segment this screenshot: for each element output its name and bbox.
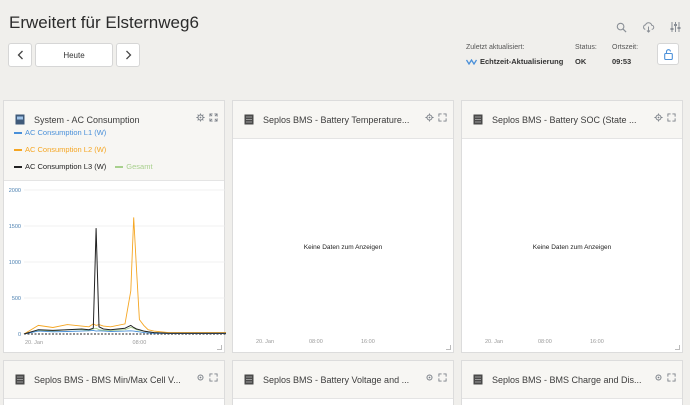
ac-consumption-chart[interactable]: 200015001000500020. Jan08:0016:00 (4, 101, 226, 354)
widget-actions (424, 372, 447, 382)
toolbar (614, 20, 682, 34)
y-tick-label: 0 (18, 332, 21, 338)
x-tick-label: 08:00 (133, 340, 147, 346)
no-data-message: Keine Daten zum Anzeigen (532, 244, 612, 251)
widget-title: Seplos BMS - Battery SOC (State ... (492, 115, 637, 125)
last-updated-value-wrap: Echtzeit-Aktualisierung (466, 57, 563, 66)
widget-ac-consumption: System - AC Consumption AC Consumption L… (3, 100, 226, 354)
series-line-3[interactable] (23, 228, 226, 335)
status-label: Status: (575, 44, 597, 51)
widget-title: Seplos BMS - Battery Temperature... (263, 115, 410, 125)
chevron-right-icon (125, 50, 131, 60)
status-value: OK (575, 57, 587, 66)
widget-actions (424, 112, 447, 122)
widget-actions (653, 372, 676, 382)
unlock-icon (663, 48, 673, 60)
expand-icon[interactable] (437, 112, 447, 122)
chevron-left-icon (17, 50, 23, 60)
search-icon[interactable] (614, 20, 628, 34)
widget-header: Seplos BMS - BMS Charge and Dis... (462, 361, 682, 399)
x-tick-label: 16:00 (361, 339, 375, 345)
date-navigation: Heute (8, 43, 140, 67)
resize-handle[interactable] (217, 345, 222, 350)
status-block: Status: OK (575, 44, 597, 66)
last-updated-value: Echtzeit-Aktualisierung (480, 57, 564, 66)
date-selector[interactable]: Heute (35, 43, 113, 67)
widget-header: Seplos BMS - Battery Temperature... (233, 101, 453, 139)
widget-actions (195, 372, 218, 382)
widget-battery-voltage: Seplos BMS - Battery Voltage and ... (232, 360, 454, 405)
settings-icon[interactable] (653, 112, 663, 122)
sliders-icon[interactable] (668, 20, 682, 34)
settings-icon[interactable] (424, 112, 434, 122)
page-title: Erweitert für Elsternweg6 (9, 13, 199, 32)
battery-module-icon (244, 114, 254, 125)
last-updated-block: Zuletzt aktualisiert: Echtzeit-Aktualisi… (466, 44, 563, 66)
y-tick-label: 1500 (9, 224, 21, 230)
local-time-block: Ortszeit: 09:53 (612, 44, 638, 66)
settings-icon[interactable] (424, 372, 434, 382)
widget-title: Seplos BMS - BMS Charge and Dis... (492, 375, 642, 385)
battery-module-icon (473, 114, 483, 125)
widget-bms-charge-discharge: Seplos BMS - BMS Charge and Dis... (461, 360, 683, 405)
battery-module-icon (473, 374, 483, 385)
x-tick-label: 20. Jan (256, 339, 275, 345)
settings-icon[interactable] (653, 372, 663, 382)
no-data-message: Keine Daten zum Anzeigen (303, 244, 383, 251)
expand-icon[interactable] (437, 372, 447, 382)
previous-day-button[interactable] (8, 43, 32, 67)
resize-handle[interactable] (675, 345, 680, 350)
unlock-button[interactable] (657, 43, 679, 65)
widget-battery-temperature: Seplos BMS - Battery Temperature... Kein… (232, 100, 454, 353)
widget-title: Seplos BMS - BMS Min/Max Cell V... (34, 375, 181, 385)
x-tick-label: 20. Jan (25, 340, 43, 346)
widget-bms-cell-voltage: Seplos BMS - BMS Min/Max Cell V... (3, 360, 225, 405)
expand-icon[interactable] (208, 372, 218, 382)
widget-header: Seplos BMS - BMS Min/Max Cell V... (4, 361, 224, 399)
local-time-value: 09:53 (612, 57, 632, 66)
settings-icon[interactable] (195, 372, 205, 382)
y-tick-label: 500 (12, 296, 21, 302)
expand-icon[interactable] (666, 112, 676, 122)
widget-header: Seplos BMS - Battery Voltage and ... (233, 361, 453, 399)
widget-header: Seplos BMS - Battery SOC (State ... (462, 101, 682, 139)
y-tick-label: 1000 (9, 260, 21, 266)
realtime-wave-icon (466, 58, 477, 65)
next-day-button[interactable] (116, 43, 140, 67)
y-tick-label: 2000 (9, 188, 21, 194)
expand-icon[interactable] (666, 372, 676, 382)
resize-handle[interactable] (446, 345, 451, 350)
x-tick-label: 08:00 (309, 339, 323, 345)
battery-module-icon (15, 374, 25, 385)
local-time-label: Ortszeit: (612, 44, 639, 51)
cloud-download-icon[interactable] (641, 20, 655, 34)
widget-battery-soc: Seplos BMS - Battery SOC (State ... Kein… (461, 100, 683, 353)
x-tick-label: 20. Jan (485, 339, 504, 345)
battery-module-icon (244, 374, 254, 385)
x-tick-label: 16:00 (590, 339, 604, 345)
x-tick-label: 08:00 (538, 339, 552, 345)
series-line-2[interactable] (23, 217, 226, 335)
last-updated-label: Zuletzt aktualisiert: (466, 44, 525, 51)
widget-title: Seplos BMS - Battery Voltage and ... (263, 375, 410, 385)
widget-actions (653, 112, 676, 122)
